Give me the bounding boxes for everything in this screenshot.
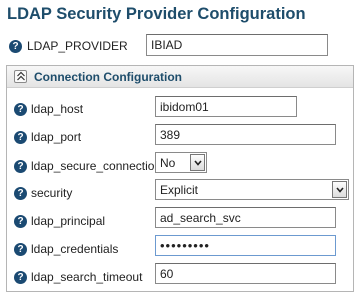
help-icon[interactable]: ? xyxy=(14,215,27,228)
dropdown-button[interactable] xyxy=(332,181,347,198)
ldap-principal-input[interactable] xyxy=(155,207,336,228)
dropdown-button[interactable] xyxy=(190,154,205,171)
help-icon[interactable]: ? xyxy=(14,103,27,116)
help-icon[interactable]: ? xyxy=(14,160,27,173)
ldap-secure-connection-label: ldap_secure_connection xyxy=(31,159,162,173)
ldap-config-page: LDAP Security Provider Configuration ? L… xyxy=(0,0,362,297)
double-chevron-up-icon xyxy=(17,71,25,81)
ldap-credentials-input[interactable] xyxy=(155,235,336,256)
help-icon[interactable]: ? xyxy=(14,187,27,200)
section-title: Connection Configuration xyxy=(34,70,182,84)
ldap-host-label: ldap_host xyxy=(31,102,84,116)
ldap-secure-connection-select[interactable]: No xyxy=(155,152,207,173)
help-icon[interactable]: ? xyxy=(14,243,27,256)
chevron-down-icon xyxy=(336,187,344,193)
ldap-search-timeout-input[interactable] xyxy=(155,263,336,284)
help-icon[interactable]: ? xyxy=(14,271,27,284)
security-select[interactable]: Explicit xyxy=(155,179,349,200)
page-title: LDAP Security Provider Configuration xyxy=(7,5,306,23)
collapse-button[interactable] xyxy=(14,70,27,83)
select-value: Explicit xyxy=(160,183,199,197)
ldap-provider-input[interactable] xyxy=(146,34,328,56)
ldap-port-input[interactable] xyxy=(155,124,336,145)
help-icon[interactable]: ? xyxy=(9,40,22,53)
security-label: security xyxy=(31,186,73,200)
chevron-down-icon xyxy=(194,160,202,166)
ldap-credentials-label: ldap_credentials xyxy=(31,242,119,256)
ldap-principal-label: ldap_principal xyxy=(31,214,106,228)
select-value: No xyxy=(160,156,176,170)
ldap-search-timeout-label: ldap_search_timeout xyxy=(31,270,143,284)
help-icon[interactable]: ? xyxy=(14,131,27,144)
ldap-port-label: ldap_port xyxy=(31,130,82,144)
ldap-provider-label: LDAP_PROVIDER xyxy=(27,39,128,53)
section-header: Connection Configuration xyxy=(7,66,353,88)
ldap-host-input[interactable] xyxy=(155,96,297,117)
